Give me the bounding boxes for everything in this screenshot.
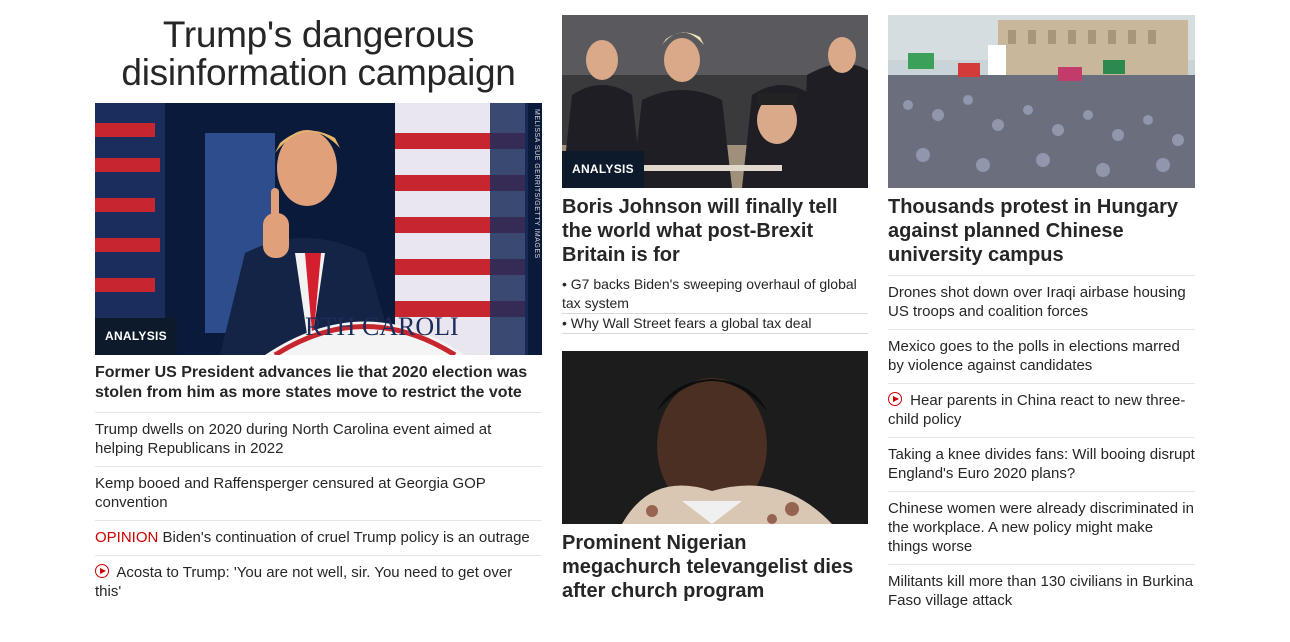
- johnson-related-links: • G7 backs Biden's sweeping overhaul of …: [562, 275, 868, 334]
- list-item[interactable]: Taking a knee divides fans: Will booing …: [888, 437, 1195, 491]
- televangelist-headline[interactable]: Prominent Nigerian megachurch televangel…: [562, 524, 868, 603]
- related-link[interactable]: • Why Wall Street fears a global tax dea…: [562, 314, 868, 334]
- hungary-story-image[interactable]: [888, 15, 1195, 188]
- list-item[interactable]: Militants kill more than 130 civilians i…: [888, 564, 1195, 618]
- story-link[interactable]: Acosta to Trump: 'You are not well, sir.…: [95, 564, 512, 600]
- list-item[interactable]: Hear parents in China react to new three…: [888, 383, 1195, 437]
- opinion-label: OPINION: [95, 529, 159, 546]
- hero-title[interactable]: Trump's dangerous disinformation campaig…: [95, 0, 542, 103]
- list-item[interactable]: Chinese women were already discriminated…: [888, 491, 1195, 564]
- lead-story-column: Trump's dangerous disinformation campaig…: [95, 0, 542, 609]
- hungary-protest-photo: [888, 15, 1195, 188]
- right-story-column: Thousands protest in Hungary against pla…: [888, 0, 1195, 618]
- analysis-badge: ANALYSIS: [562, 151, 644, 188]
- play-icon: [888, 392, 902, 406]
- right-related-list: Drones shot down over Iraqi airbase hous…: [888, 275, 1195, 618]
- johnson-story-image[interactable]: ANALYSIS: [562, 15, 868, 188]
- story-link[interactable]: Trump dwells on 2020 during North Caroli…: [95, 421, 491, 457]
- analysis-badge: ANALYSIS: [95, 318, 177, 355]
- lead-headline[interactable]: Former US President advances lie that 20…: [95, 355, 542, 412]
- story-link[interactable]: Hear parents in China react to new three…: [888, 392, 1185, 428]
- list-item[interactable]: Mexico goes to the polls in elections ma…: [888, 329, 1195, 383]
- center-story-column: ANALYSIS Boris Johnson will finally tell…: [562, 0, 868, 602]
- list-item[interactable]: Trump dwells on 2020 during North Caroli…: [95, 412, 542, 466]
- lead-related-list: Trump dwells on 2020 during North Caroli…: [95, 412, 542, 609]
- story-link[interactable]: Drones shot down over Iraqi airbase hous…: [888, 284, 1186, 320]
- list-item[interactable]: OPINION Biden's continuation of cruel Tr…: [95, 520, 542, 555]
- play-icon: [95, 564, 109, 578]
- story-link[interactable]: Mexico goes to the polls in elections ma…: [888, 338, 1180, 374]
- televangelist-story-image[interactable]: [562, 351, 868, 524]
- lead-story-image[interactable]: RTH CAROLI MELISSA SUE GERRITS/GETTY IMA…: [95, 103, 542, 355]
- story-link[interactable]: Chinese women were already discriminated…: [888, 500, 1194, 555]
- story-link[interactable]: Biden's continuation of cruel Trump poli…: [163, 529, 530, 546]
- list-item[interactable]: Kemp booed and Raffensperger censured at…: [95, 466, 542, 520]
- story-link[interactable]: Militants kill more than 130 civilians i…: [888, 573, 1193, 609]
- hungary-headline[interactable]: Thousands protest in Hungary against pla…: [888, 188, 1195, 275]
- list-item[interactable]: Acosta to Trump: 'You are not well, sir.…: [95, 555, 542, 609]
- televangelist-photo: [562, 351, 868, 524]
- johnson-headline[interactable]: Boris Johnson will finally tell the worl…: [562, 188, 868, 267]
- story-link[interactable]: Kemp booed and Raffensperger censured at…: [95, 475, 486, 511]
- image-credit: MELISSA SUE GERRITS/GETTY IMAGES: [533, 109, 540, 259]
- related-link[interactable]: • G7 backs Biden's sweeping overhaul of …: [562, 275, 868, 314]
- story-link[interactable]: Taking a knee divides fans: Will booing …: [888, 446, 1195, 482]
- svg-text:RTH CAROLI: RTH CAROLI: [305, 312, 459, 341]
- list-item[interactable]: Drones shot down over Iraqi airbase hous…: [888, 275, 1195, 329]
